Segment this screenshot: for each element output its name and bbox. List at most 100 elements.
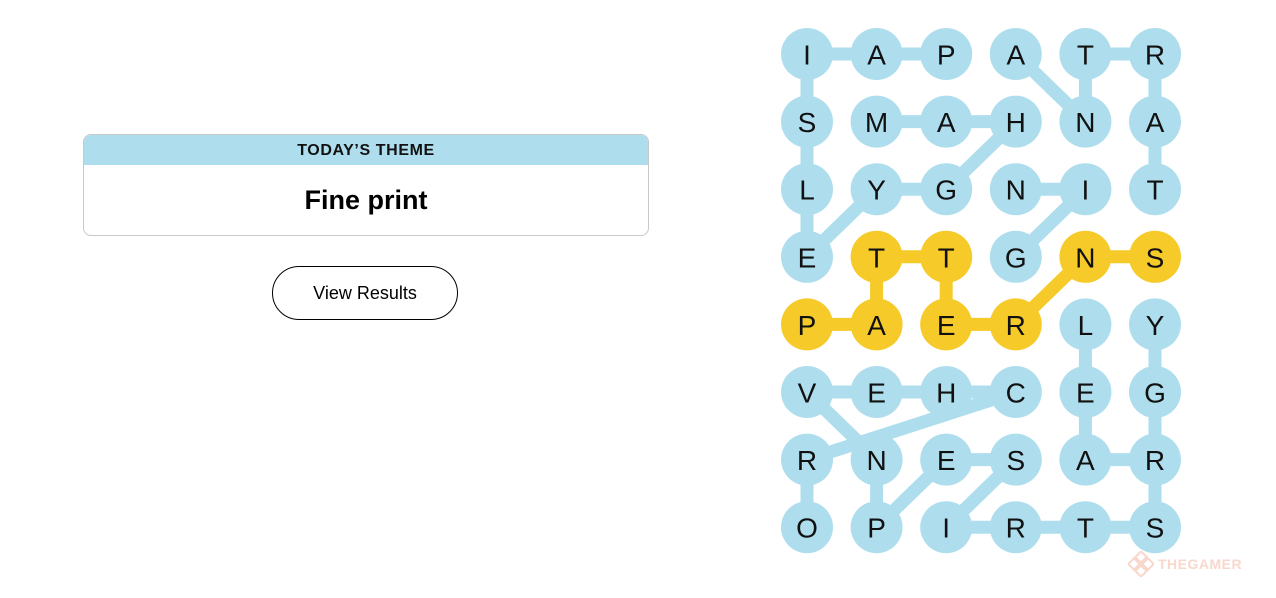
letter-cell[interactable]: E <box>920 298 973 351</box>
letter: P <box>937 40 956 71</box>
letter-cell[interactable]: G <box>1129 366 1181 418</box>
letter: R <box>1145 445 1165 476</box>
letter: R <box>1145 40 1165 71</box>
letter-cell[interactable]: Y <box>850 163 903 216</box>
letter-cell[interactable]: O <box>781 501 833 554</box>
letter-cell[interactable]: T <box>1059 28 1112 80</box>
letter-cell[interactable]: N <box>1059 230 1112 283</box>
letter: R <box>1006 310 1026 341</box>
letter-cell[interactable]: I <box>1059 163 1112 216</box>
letter: N <box>1075 242 1095 273</box>
letter: T <box>938 242 955 273</box>
letter-cell[interactable]: C <box>989 366 1042 418</box>
letter: H <box>936 378 956 409</box>
letter-cell[interactable]: V <box>781 366 833 418</box>
letter: T <box>1077 513 1094 544</box>
letter: G <box>1005 242 1027 273</box>
letter: A <box>1076 445 1095 476</box>
letter: A <box>1006 40 1025 71</box>
letter: T <box>1146 175 1163 206</box>
letter: S <box>1146 513 1165 544</box>
letter-cell[interactable]: A <box>920 95 973 148</box>
letter: E <box>937 310 956 341</box>
letter-cell[interactable]: E <box>1059 366 1112 418</box>
letter-cell[interactable]: R <box>781 433 833 486</box>
letter: N <box>866 445 886 476</box>
letter-cell[interactable]: T <box>850 230 903 283</box>
watermark-logo-icon <box>1128 551 1154 577</box>
letter-cell[interactable]: N <box>850 433 903 486</box>
letter-cell[interactable]: R <box>989 501 1042 554</box>
letter: T <box>1077 40 1094 71</box>
letter-cell[interactable]: N <box>989 163 1042 216</box>
letter-cell[interactable]: T <box>920 230 973 283</box>
letter: R <box>797 445 817 476</box>
letter: T <box>868 242 885 273</box>
letter-cell[interactable]: R <box>1129 28 1181 80</box>
letter-cell[interactable]: A <box>850 28 903 80</box>
letter-cell[interactable]: A <box>850 298 903 351</box>
letter: A <box>867 40 886 71</box>
letter: A <box>867 310 886 341</box>
letter: P <box>867 513 886 544</box>
letter-cell[interactable]: R <box>1129 433 1181 486</box>
letter-grid: I A P A T R S M A H N A L Y G N I T E T T G N S P A E R L Y V E H C E G R N E S… <box>781 28 1181 554</box>
letter-cell[interactable]: N <box>1059 95 1112 148</box>
letter: R <box>1006 513 1026 544</box>
letter: V <box>798 378 817 409</box>
letter-cell[interactable]: L <box>1059 298 1112 351</box>
letter: G <box>1144 378 1166 409</box>
letter: E <box>937 445 956 476</box>
letter-cell[interactable]: P <box>850 501 903 554</box>
letter: I <box>803 40 811 71</box>
letter: E <box>798 242 817 273</box>
letter-cell[interactable]: A <box>1059 433 1112 486</box>
letter: I <box>942 513 950 544</box>
letter: L <box>799 175 815 206</box>
letter: C <box>1006 378 1026 409</box>
letter: E <box>1076 378 1095 409</box>
letter-cell[interactable]: H <box>920 366 973 418</box>
letter: S <box>1006 445 1025 476</box>
letter-cell[interactable]: G <box>989 230 1042 283</box>
letter-cell[interactable]: A <box>1129 95 1181 148</box>
letter: M <box>865 107 888 138</box>
letter-cell[interactable]: P <box>920 28 973 80</box>
letter: H <box>1006 107 1026 138</box>
letter-cell[interactable]: A <box>989 28 1042 80</box>
letter: Y <box>867 175 886 206</box>
letter-cell[interactable]: E <box>850 366 903 418</box>
letter: P <box>798 310 817 341</box>
letter-cell[interactable]: H <box>989 95 1042 148</box>
letter-cell[interactable]: T <box>1059 501 1112 554</box>
letter-cell[interactable]: S <box>1129 230 1181 283</box>
letter-cell[interactable]: S <box>1129 501 1181 554</box>
letter-cell[interactable]: Y <box>1129 298 1181 351</box>
letter-cell[interactable]: L <box>781 163 833 216</box>
letter: L <box>1078 310 1094 341</box>
letter: S <box>798 107 817 138</box>
letter-cell[interactable]: P <box>781 298 833 351</box>
letter: I <box>1082 175 1090 206</box>
letter: N <box>1075 107 1095 138</box>
letter-cell[interactable]: G <box>920 163 973 216</box>
watermark-text: THEGAMER <box>1158 556 1243 572</box>
letter-cell[interactable]: E <box>781 230 833 283</box>
letter-cell[interactable]: R <box>989 298 1042 351</box>
letter-cell[interactable]: S <box>989 433 1042 486</box>
letter: E <box>867 378 886 409</box>
letter-cell[interactable]: I <box>781 28 833 80</box>
letter: G <box>935 175 957 206</box>
letter: A <box>1146 107 1165 138</box>
letter-cell[interactable]: T <box>1129 163 1181 216</box>
letter-cell[interactable]: S <box>781 95 833 148</box>
letter: O <box>796 513 818 544</box>
thegamer-watermark: THEGAMER <box>1128 551 1268 577</box>
letter: N <box>1006 175 1026 206</box>
letter-cell[interactable]: E <box>920 433 973 486</box>
letter-cell[interactable]: M <box>850 95 903 148</box>
letter-cells: I A P A T R S M A H N A L Y G N I T E T T G N S P A E R L Y V E H C E G R N E S… <box>781 28 1181 554</box>
letter: A <box>937 107 956 138</box>
letter-cell[interactable]: I <box>920 501 973 554</box>
letter: Y <box>1146 310 1165 341</box>
